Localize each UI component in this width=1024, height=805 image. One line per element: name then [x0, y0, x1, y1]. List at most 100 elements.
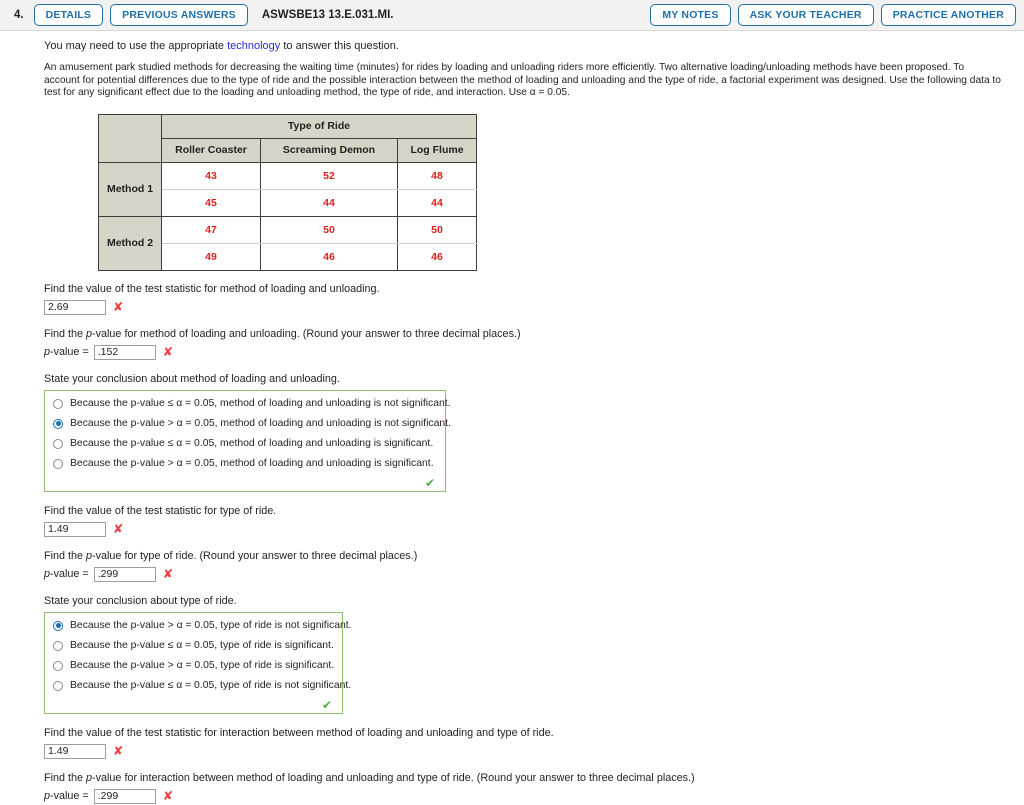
test-statistic-input-interaction[interactable] [44, 743, 106, 759]
table-cell: 52 [260, 161, 398, 190]
practice-another-button[interactable]: PRACTICE ANOTHER [880, 4, 1016, 26]
radio-option-label: Because the p-value > α = 0.05, method o… [70, 417, 451, 429]
radio-option-label: Because the p-value ≤ α = 0.05, method o… [70, 437, 434, 449]
table-col-header-roller-coaster: Roller Coaster [161, 137, 261, 163]
ask-your-teacher-button[interactable]: ASK YOUR TEACHER [737, 4, 874, 26]
correct-icon: ✔ [321, 697, 332, 712]
incorrect-icon: ✘ [162, 344, 174, 360]
question-content: You may need to use the appropriate tech… [0, 31, 1024, 805]
radio-option-label: Because the p-value > α = 0.05, type of … [70, 659, 335, 671]
part-ride-pvalue: Find the p-value for type of ride. (Roun… [44, 550, 1024, 583]
table-cell: 45 [161, 189, 261, 217]
test-statistic-input-ride[interactable] [44, 521, 106, 537]
radio-option-method-3[interactable]: Because the p-value > α = 0.05, method o… [53, 458, 437, 469]
p-value-prompt-prefix: Find the [44, 549, 87, 562]
radio-icon[interactable] [53, 660, 63, 671]
radio-option-ride-0[interactable]: Because the p-value > α = 0.05, type of … [53, 620, 352, 631]
test-statistic-answer-row-interaction: ✘ [44, 743, 1024, 760]
table-col-header-screaming-demon: Screaming Demon [260, 137, 398, 163]
p-value-input-method[interactable] [93, 344, 156, 360]
part-ride-conclusion: State your conclusion about type of ride… [44, 595, 1024, 714]
radio-icon[interactable] [53, 398, 63, 409]
part-method-conclusion: State your conclusion about method of lo… [44, 373, 1024, 492]
radio-option-ride-2[interactable]: Because the p-value > α = 0.05, type of … [53, 660, 334, 671]
test-statistic-prompt-method: Find the value of the test statistic for… [44, 282, 380, 295]
p-value-prompt-ride: Find the p-value for type of ride. (Roun… [44, 550, 1024, 562]
p-value-answer-row-method: p-value = ✘ [44, 344, 1024, 361]
table-group-header-row: Type of Ride [98, 113, 477, 163]
p-value-answer-row-interaction: p-value = ✘ [44, 788, 1024, 805]
table-cell: 43 [161, 161, 261, 190]
table-cell: 47 [161, 215, 261, 244]
table-corner-cell [98, 113, 162, 163]
data-table-wrapper: Type of Ride Roller Coaster Screaming De… [98, 113, 1024, 271]
table-row-label-method-1: Method 1 [98, 161, 162, 217]
p-value-label-ride: p-value = [44, 568, 89, 580]
problem-statement: An amusement park studied methods for de… [44, 62, 1001, 99]
radio-icon[interactable] [53, 458, 63, 469]
test-statistic-answer-row-ride: ✘ [44, 521, 1024, 538]
radio-icon[interactable] [53, 680, 63, 691]
radio-option-ride-1[interactable]: Because the p-value ≤ α = 0.05, type of … [53, 640, 334, 651]
p-value-prompt-prefix: Find the [44, 771, 87, 784]
radio-option-method-1[interactable]: Because the p-value > α = 0.05, method o… [53, 418, 451, 429]
p-value-label-rest: -value = [50, 346, 89, 359]
part-method: Find the value of the test statistic for… [44, 283, 1024, 316]
table-cell: 50 [260, 215, 398, 244]
header-actions: MY NOTES ASK YOUR TEACHER PRACTICE ANOTH… [650, 4, 1016, 26]
radio-option-label: Because the p-value > α = 0.05, type of … [70, 619, 352, 631]
conclusion-choice-box-ride: Because the p-value > α = 0.05, type of … [44, 611, 352, 714]
technology-note-suffix: to answer this question. [280, 40, 399, 52]
incorrect-icon: ✘ [162, 566, 174, 582]
question-number: 4. [14, 9, 24, 21]
test-statistic-prompt-interaction: Find the value of the test statistic for… [44, 726, 554, 739]
part-method-pvalue: Find the p-value for method of loading a… [44, 328, 1024, 361]
p-value-prompt-suffix: -value for method of loading and unloadi… [92, 327, 521, 340]
p-value-prompt-interaction: Find the p-value for interaction between… [44, 772, 1024, 784]
radio-option-label: Because the p-value ≤ α = 0.05, method o… [70, 397, 451, 409]
incorrect-icon: ✘ [113, 521, 124, 537]
p-value-input-interaction[interactable] [93, 788, 156, 804]
technology-note-prefix: You may need to use the appropriate [44, 40, 228, 52]
radio-icon-selected[interactable] [53, 418, 63, 429]
radio-icon-selected[interactable] [53, 620, 63, 631]
radio-icon[interactable] [53, 438, 63, 449]
technology-link[interactable]: technology [227, 40, 280, 52]
details-button[interactable]: DETAILS [33, 4, 104, 26]
experiment-data-table: Type of Ride Roller Coaster Screaming De… [98, 113, 477, 271]
p-value-input-ride[interactable] [93, 566, 156, 582]
p-value-prompt-suffix: -value for type of ride. (Round your ans… [92, 549, 418, 562]
p-value-label-rest: -value = [50, 568, 89, 581]
radio-option-ride-3[interactable]: Because the p-value ≤ α = 0.05, type of … [53, 680, 351, 691]
table-group-header: Type of Ride [161, 113, 477, 139]
table-cell: 49 [161, 243, 261, 271]
question-header-bar: 4. DETAILS PREVIOUS ANSWERS ASWSBE13 13.… [0, 0, 1024, 31]
test-statistic-answer-row-method: ✘ [44, 299, 1024, 316]
table-cell: 46 [397, 243, 477, 271]
incorrect-icon: ✘ [113, 299, 124, 315]
p-value-answer-row-ride: p-value = ✘ [44, 566, 1024, 583]
conclusion-prompt-ride: State your conclusion about type of ride… [44, 594, 237, 607]
table-row: Method 2 47 50 50 [98, 215, 477, 271]
p-value-label-method: p-value = [44, 346, 89, 358]
radio-option-label: Because the p-value > α = 0.05, method o… [70, 457, 434, 469]
radio-option-method-0[interactable]: Because the p-value ≤ α = 0.05, method o… [53, 398, 451, 409]
table-row-label-method-2: Method 2 [98, 215, 162, 271]
radio-icon[interactable] [53, 640, 63, 651]
radio-option-label: Because the p-value ≤ α = 0.05, type of … [70, 639, 334, 651]
p-value-prompt-method: Find the p-value for method of loading a… [44, 328, 1024, 340]
p-value-prompt-suffix: -value for interaction between method of… [92, 771, 695, 784]
p-value-label-rest: -value = [50, 790, 89, 803]
test-statistic-prompt-ride: Find the value of the test statistic for… [44, 504, 277, 517]
table-cell: 44 [260, 189, 398, 217]
conclusion-choice-box-method: Because the p-value ≤ α = 0.05, method o… [44, 389, 451, 492]
part-interaction: Find the value of the test statistic for… [44, 727, 1024, 760]
my-notes-button[interactable]: MY NOTES [650, 4, 731, 26]
part-ride: Find the value of the test statistic for… [44, 505, 1024, 538]
table-cell: 50 [397, 215, 477, 244]
test-statistic-input-method[interactable] [44, 299, 106, 315]
previous-answers-button[interactable]: PREVIOUS ANSWERS [110, 4, 248, 26]
table-cell: 44 [397, 189, 477, 217]
question-code: ASWSBE13 13.E.031.MI. [261, 9, 394, 21]
radio-option-method-2[interactable]: Because the p-value ≤ α = 0.05, method o… [53, 438, 437, 449]
